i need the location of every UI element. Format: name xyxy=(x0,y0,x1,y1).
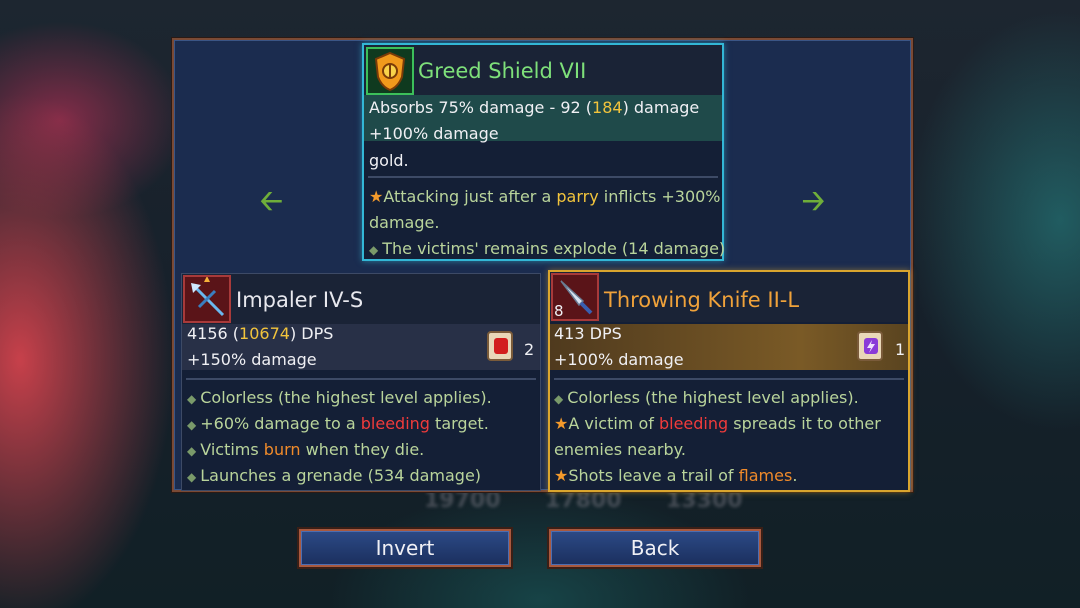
star-icon: ★ xyxy=(369,187,384,206)
compare-panel: 🡠 🡢 Greed Shield VII Absorbs 75% damage … xyxy=(172,38,913,492)
star-icon: ★ xyxy=(554,414,569,433)
affix-line: ★Shots leave a trail of flames. xyxy=(554,466,798,485)
scroll-count: 1 xyxy=(895,340,906,359)
top-item-card[interactable]: Greed Shield VII Absorbs 75% damage - 92… xyxy=(362,43,726,261)
affix-line: ◆ Colorless (the highest level applies). xyxy=(554,388,859,407)
right-item-card[interactable]: 8 Throwing Knife II-L 413 DPS +100% dama… xyxy=(548,270,910,492)
damage-stat: +150% damage xyxy=(187,350,317,369)
affix-line: ◆ Launches a grenade (534 damage) xyxy=(187,466,482,485)
diamond-icon: ◆ xyxy=(187,418,197,432)
diamond-icon: ◆ xyxy=(369,243,379,257)
next-arrow-icon[interactable]: 🡢 xyxy=(802,180,825,228)
previous-arrow-icon[interactable]: 🡠 xyxy=(260,180,283,228)
greed-shield-icon xyxy=(366,47,414,95)
diamond-icon: ◆ xyxy=(187,392,197,406)
star-icon: ★ xyxy=(554,466,569,485)
diamond-icon: ◆ xyxy=(187,444,197,458)
dps-stat: 413 DPS xyxy=(554,324,622,343)
affix-line: damage. xyxy=(369,213,440,232)
item-name: Greed Shield VII xyxy=(418,59,587,83)
brutality-scroll-icon xyxy=(484,328,518,368)
left-item-card[interactable]: Impaler IV-S 4156 (10674) DPS +150% dama… xyxy=(181,273,541,491)
dps-stat: 4156 (10674) DPS xyxy=(187,324,334,343)
damage-stat: +100% damage xyxy=(369,124,499,143)
affix-line: ◆ The victims' remains explode (14 damage… xyxy=(369,239,726,258)
scroll-count: 2 xyxy=(524,340,535,359)
invert-button[interactable]: Invert xyxy=(299,529,511,567)
absorb-stat: Absorbs 75% damage - 92 (184) damage xyxy=(369,98,700,117)
affix-line: ★Attacking just after a parry inflicts +… xyxy=(369,187,721,206)
affix-line: ◆ +60% damage to a bleeding target. xyxy=(187,414,489,433)
affix-line: ★A victim of bleeding spreads it to othe… xyxy=(554,414,881,433)
damage-stat: +100% damage xyxy=(554,350,684,369)
diamond-icon: ◆ xyxy=(187,470,197,484)
affix-line: ◆ Victims burn when they die. xyxy=(187,440,425,459)
impaler-crossbow-icon xyxy=(183,275,231,323)
back-button[interactable]: Back xyxy=(549,529,761,567)
affix-line: enemies nearby. xyxy=(554,440,686,459)
item-name: Impaler IV-S xyxy=(236,288,364,312)
diamond-icon: ◆ xyxy=(554,392,564,406)
tactics-scroll-icon xyxy=(854,328,888,368)
gold-stat: gold. xyxy=(369,151,409,170)
item-name: Throwing Knife II-L xyxy=(604,288,800,312)
affix-line: ◆ Colorless (the highest level applies). xyxy=(187,388,492,407)
icon-badge: 8 xyxy=(554,302,564,320)
